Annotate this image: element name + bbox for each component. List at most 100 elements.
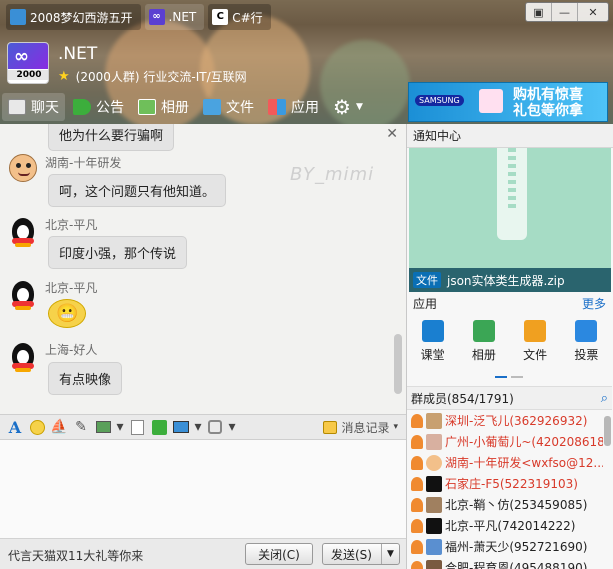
chat-icon <box>8 99 26 115</box>
close-button[interactable]: 关闭(C) <box>245 543 313 565</box>
chevron-down-icon[interactable]: ▾ <box>228 418 236 436</box>
send-button-label: 发送(S) <box>331 547 372 562</box>
message-history-button[interactable]: 消息记录 ▾ <box>323 419 406 436</box>
ad-line-2: 礼包等你拿 <box>513 103 583 119</box>
penguin-avatar[interactable] <box>9 279 39 310</box>
image-icon[interactable] <box>94 418 112 436</box>
apps-title: 应用 <box>413 296 438 311</box>
ad-brand: SAMSUNG <box>415 95 464 106</box>
document-icon[interactable] <box>128 418 146 436</box>
session-tab-2[interactable]: ∞ .NET <box>144 4 205 30</box>
gift-icon <box>479 89 503 113</box>
list-item[interactable]: 福州-萧天少(952721690) <box>407 536 603 557</box>
message-sender[interactable]: 上海-好人 <box>45 341 97 358</box>
app-label: 课堂 <box>420 348 445 362</box>
apps-icon <box>268 99 286 115</box>
message-bubble: 他为什么要行骗啊 <box>48 124 175 151</box>
list-item[interactable]: 湖南-十年研发<wxfso@12... <box>407 452 603 473</box>
session-tab-label: 2008梦幻西游五开 <box>30 10 133 25</box>
apps-row: 课堂 相册 文件 投票 <box>407 320 612 363</box>
face-avatar[interactable] <box>9 154 39 184</box>
minimize-icon[interactable]: — <box>552 3 578 21</box>
list-item[interactable]: 深圳-泛飞儿(362926932) <box>407 410 603 431</box>
emoji-icon[interactable] <box>28 418 46 436</box>
member-icon <box>411 518 423 533</box>
message-sender[interactable]: 北京-平凡 <box>45 216 97 233</box>
members-title: 群成员(854/1791) <box>411 391 514 406</box>
file-notice-card[interactable]: 文件 json实体类生成器.zip <box>409 148 611 292</box>
folder-icon <box>524 320 547 342</box>
ad-line-1: 购机有惊喜 <box>513 87 583 103</box>
folder-icon <box>203 99 221 115</box>
close-icon[interactable]: ✕ <box>578 3 608 21</box>
remote-icon[interactable] <box>206 418 224 436</box>
infinity-icon: ∞ <box>14 46 29 67</box>
app-vote[interactable]: 投票 <box>574 320 598 363</box>
group-logo[interactable]: ∞ 2000 <box>7 42 49 84</box>
chevron-down-icon[interactable]: ▾ <box>194 418 202 436</box>
member-list[interactable]: 深圳-泛飞儿(362926932) 广州-小葡萄儿~(420208618) 湖南… <box>407 410 603 569</box>
app-album[interactable]: 相册 <box>472 320 496 363</box>
chat-footer: 代言天猫双11大礼等你来 关闭(C) 发送(S) ▼ <box>0 538 406 569</box>
screenshot-icon[interactable] <box>172 418 190 436</box>
list-item[interactable]: 合肥-程育恩(495488190) <box>407 557 603 569</box>
tab-chat[interactable]: 聊天 <box>2 93 65 121</box>
message-input[interactable] <box>0 440 406 538</box>
background-watermark: BY_mimi <box>290 164 375 185</box>
font-icon[interactable]: A <box>6 418 24 437</box>
message-bubble: 呵，这个问题只有他知道。 <box>48 174 227 207</box>
chevron-down-icon[interactable]: ▾ <box>116 418 124 436</box>
album-icon <box>138 99 156 115</box>
tab-album[interactable]: 相册 <box>132 93 195 121</box>
session-tab-1[interactable]: 2008梦幻西游五开 <box>6 4 141 30</box>
session-tab-label: C#行 <box>232 10 263 25</box>
member-icon <box>411 560 423 569</box>
tab-apps-label: 应用 <box>291 100 319 116</box>
member-icon <box>411 497 423 512</box>
zip-file-icon <box>497 148 527 240</box>
chevron-down-icon[interactable]: ▼ <box>381 544 399 564</box>
restore-icon[interactable]: ▣ <box>526 3 552 21</box>
file-name[interactable]: json实体类生成器.zip <box>447 272 565 289</box>
list-item[interactable]: 北京-平凡(742014222) <box>407 515 603 536</box>
tab-apps[interactable]: 应用 <box>262 93 325 121</box>
app-classroom[interactable]: 课堂 <box>421 320 445 363</box>
app-files[interactable]: 文件 <box>523 320 547 363</box>
send-button[interactable]: 发送(S) ▼ <box>322 543 400 565</box>
penguin-avatar[interactable] <box>9 341 39 372</box>
member-list-scrollbar[interactable] <box>604 416 611 446</box>
app-label: 文件 <box>523 348 548 362</box>
list-item[interactable]: 北京-鞘丶仿(253459085) <box>407 494 603 515</box>
notification-center-title: 通知中心 <box>407 124 613 148</box>
avatar <box>426 454 442 471</box>
emoji-grin: 😬 <box>48 299 87 328</box>
search-icon[interactable]: ⌕ <box>601 391 608 406</box>
session-tab-3[interactable]: C C#行 <box>208 4 271 30</box>
game-icon <box>10 9 26 25</box>
list-item[interactable]: 广州-小葡萄儿~(420208618) <box>407 431 603 452</box>
promo-link[interactable]: 代言天猫双11大礼等你来 <box>8 547 143 564</box>
group-logo-year: 2000 <box>8 70 48 80</box>
close-notice-icon[interactable]: ✕ <box>386 126 398 142</box>
tab-files[interactable]: 文件 <box>197 93 260 121</box>
chevron-down-icon: ▾ <box>393 422 398 432</box>
member-name: 北京-鞘丶仿(253459085) <box>445 498 588 512</box>
chat-scrollbar[interactable] <box>394 334 402 394</box>
tab-announcement[interactable]: 公告 <box>67 93 130 121</box>
chat-history[interactable]: BY_mimi ✕ 他为什么要行骗啊 湖南-十年研发 呵，这个问题只有他知道。 … <box>0 124 406 414</box>
more-apps-link[interactable]: 更多 <box>582 295 606 312</box>
album-icon <box>472 320 495 342</box>
group-name: .NET <box>58 44 98 64</box>
penguin-avatar[interactable] <box>9 216 39 247</box>
shake-icon[interactable]: ⛵ <box>50 418 68 436</box>
ad-banner[interactable]: SAMSUNG 购机有惊喜 礼包等你拿 <box>408 82 608 122</box>
message-sender[interactable]: 湖南-十年研发 <box>45 154 121 171</box>
tab-chat-label: 聊天 <box>31 100 59 116</box>
settings-menu-button[interactable]: ⚙ ▼ <box>327 93 369 121</box>
list-item[interactable]: 石家庄-F5(522319103) <box>407 473 603 494</box>
file-send-icon[interactable] <box>150 418 168 436</box>
message-sender[interactable]: 北京-平凡 <box>45 279 97 296</box>
graduation-cap-icon <box>421 320 444 342</box>
admin-icon <box>411 434 423 449</box>
note-icon[interactable]: ✎ <box>72 418 90 436</box>
